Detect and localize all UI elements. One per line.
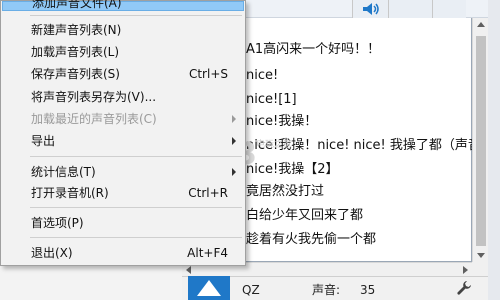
menu-separator xyxy=(30,15,242,16)
menu-separator xyxy=(30,207,242,208)
list-item[interactable]: 趁着有火我先偷一个都 xyxy=(246,230,376,250)
menu-item-statistics[interactable]: 统计信息(T) xyxy=(2,161,244,183)
window-edge xyxy=(488,0,500,300)
list-item[interactable]: 竟居然没打过 xyxy=(246,182,324,202)
list-item[interactable]: 白给少年又回来了都 xyxy=(246,206,363,226)
menu-separator xyxy=(30,237,242,238)
volume-value: 35 xyxy=(360,283,376,297)
menu-item-label: 首选项(P) xyxy=(31,216,84,230)
speaker-icon[interactable] xyxy=(362,2,380,16)
submenu-arrow-icon xyxy=(232,115,236,123)
toolbar-button-2[interactable] xyxy=(388,0,432,18)
scroll-corner xyxy=(472,262,488,276)
menu-item-preferences[interactable]: 首选项(P) xyxy=(2,212,244,234)
menu-item-new-list[interactable]: 新建声音列表(N) xyxy=(2,19,244,41)
menu-item-open-recorder[interactable]: 打开录音机(R) Ctrl+R xyxy=(2,182,244,204)
wrench-icon[interactable] xyxy=(456,280,472,296)
menu-item-load-list[interactable]: 加载声音列表(L) xyxy=(2,41,244,63)
list-item[interactable]: nice!我操！ xyxy=(246,112,317,132)
menu-item-label: 新建声音列表(N) xyxy=(31,23,122,37)
vertical-scrollbar[interactable] xyxy=(472,18,488,262)
track-label: QZ xyxy=(242,283,260,297)
scroll-left-icon[interactable] xyxy=(186,266,191,274)
menu-item-save-list-as[interactable]: 将声音列表另存为(V)... xyxy=(2,86,244,108)
scroll-down-icon[interactable] xyxy=(477,253,485,258)
menu-item-label: 导出 xyxy=(31,134,56,148)
list-item[interactable]: nice!我操【2】 xyxy=(246,160,338,180)
list-item[interactable]: A1高闪来一个好吗！！ xyxy=(246,40,380,60)
scroll-thumb[interactable] xyxy=(476,36,486,246)
menu-item-label: 添加声音文件(A) xyxy=(32,0,122,10)
volume-label: 声音: xyxy=(312,283,341,297)
play-icon xyxy=(197,280,221,296)
menu-item-shortcut: Ctrl+S xyxy=(188,67,228,81)
menu-item-label: 打开录音机(R) xyxy=(31,186,109,200)
menu-item-save-list[interactable]: 保存声音列表(S) Ctrl+S xyxy=(2,63,244,85)
menu-item-shortcut: Ctrl+R xyxy=(188,186,228,200)
play-button[interactable] xyxy=(188,276,230,300)
watermark-subtext: 电玩之家 xyxy=(256,140,293,150)
menu-item-shortcut: Alt+F4 xyxy=(187,246,228,260)
menu-item-label: 退出(X) xyxy=(31,246,73,260)
menu-item-load-recent-list: 加载最近的声音列表(C) xyxy=(2,108,244,130)
submenu-arrow-icon xyxy=(232,168,236,176)
menu-item-export[interactable]: 导出 xyxy=(2,130,244,152)
menu-separator xyxy=(30,156,242,157)
scroll-up-icon[interactable] xyxy=(477,22,485,27)
scroll-right-icon[interactable] xyxy=(463,266,468,274)
submenu-arrow-icon xyxy=(232,137,236,145)
list-item[interactable]: nice![1] xyxy=(246,90,297,110)
menu-item-exit[interactable]: 退出(X) Alt+F4 xyxy=(2,242,244,264)
menu-item-label: 统计信息(T) xyxy=(31,165,96,179)
menu-item-label: 保存声音列表(S) xyxy=(31,67,120,81)
file-context-menu: 添加声音文件(A) 新建声音列表(N) 加载声音列表(L) 保存声音列表(S) … xyxy=(0,0,246,266)
menu-item-add-sound-file[interactable]: 添加声音文件(A) xyxy=(2,0,244,11)
menu-item-label: 将声音列表另存为(V)... xyxy=(31,90,157,104)
list-item[interactable]: nice! xyxy=(246,66,278,86)
menu-item-label: 加载声音列表(L) xyxy=(31,45,120,59)
menu-item-label: 加载最近的声音列表(C) xyxy=(31,112,157,126)
toolbar-button-3[interactable] xyxy=(432,0,466,18)
